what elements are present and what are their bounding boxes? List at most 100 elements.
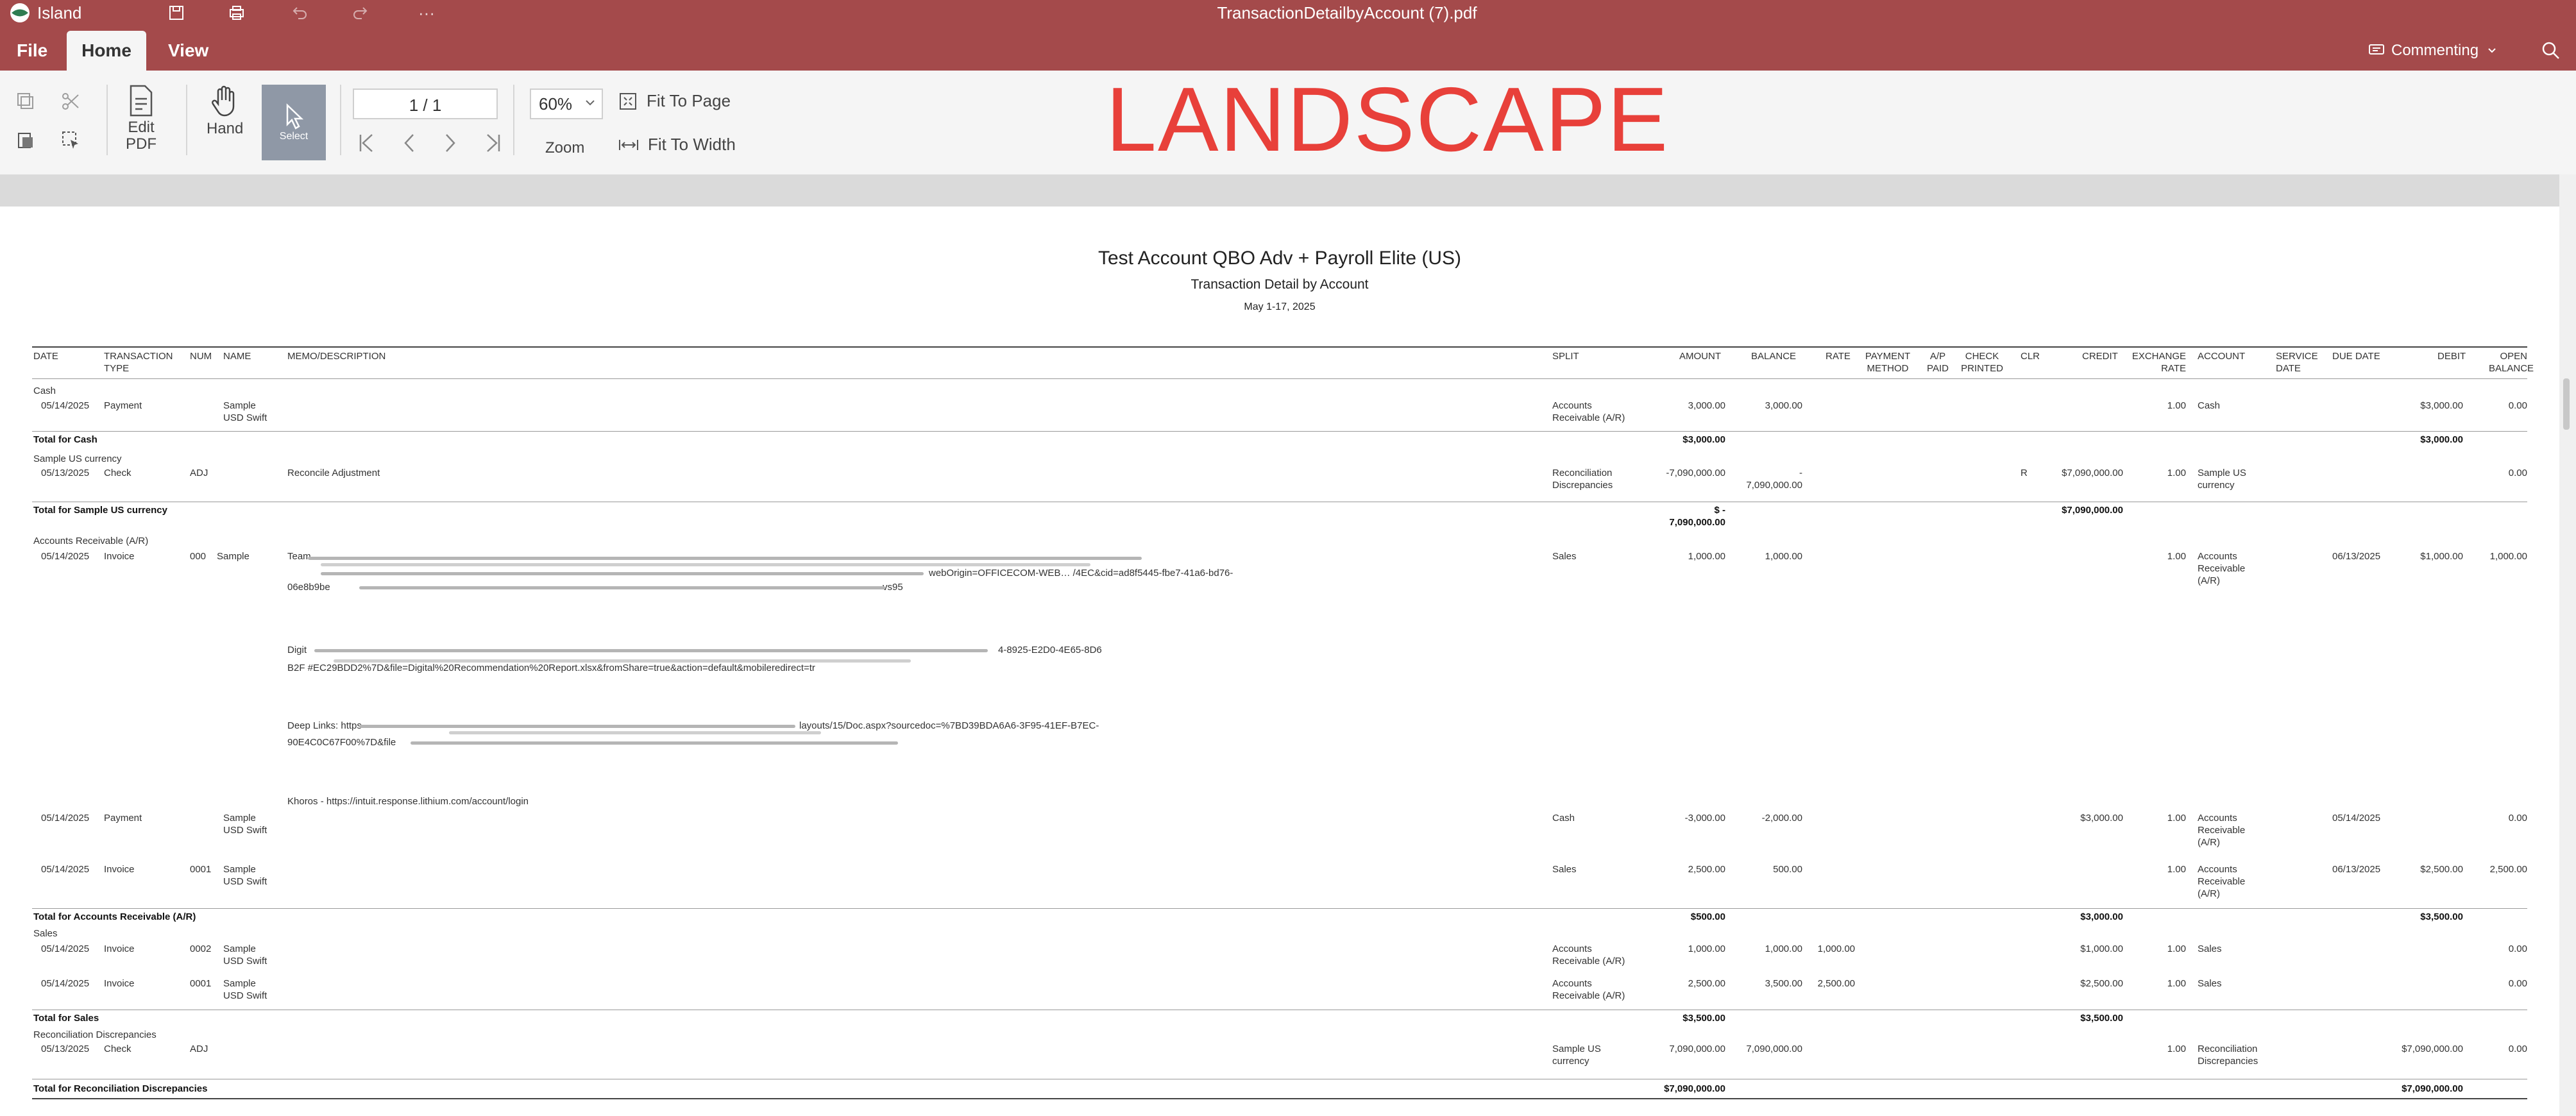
copy-icon[interactable] bbox=[15, 91, 36, 112]
report-date-range: May 1-17, 2025 bbox=[1244, 301, 1316, 312]
row-account: Sales bbox=[2198, 978, 2222, 989]
row-date: 05/13/2025 bbox=[41, 1044, 90, 1054]
undo-icon[interactable] bbox=[292, 0, 309, 26]
save-icon[interactable] bbox=[168, 0, 185, 26]
row-open-balance: 0.00 bbox=[2508, 400, 2527, 411]
row-memo-part: B2F #EC29BDD2%7D&file=Digital%20Recommen… bbox=[287, 663, 815, 673]
row-credit: $2,500.00 bbox=[2080, 978, 2123, 989]
row-exchange: 1.00 bbox=[2167, 551, 2186, 562]
section-recon: Reconciliation Discrepancies bbox=[33, 1029, 157, 1040]
row-type: Payment bbox=[104, 813, 142, 824]
tab-view[interactable]: View bbox=[154, 31, 223, 71]
last-page-icon[interactable] bbox=[484, 132, 503, 154]
row-exchange: 1.00 bbox=[2167, 1044, 2186, 1054]
total-cash-label: Total for Cash bbox=[33, 434, 97, 445]
hand-label: Hand bbox=[207, 120, 244, 137]
section-ar: Accounts Receivable (A/R) bbox=[33, 536, 149, 546]
col-name: NAME bbox=[223, 351, 251, 362]
first-page-icon[interactable] bbox=[357, 132, 376, 154]
app-logo[interactable]: Island bbox=[9, 0, 81, 26]
row-exchange: 1.00 bbox=[2167, 943, 2186, 954]
fit-to-page-button[interactable]: Fit To Page bbox=[618, 91, 731, 111]
scrollbar-thumb[interactable] bbox=[2563, 378, 2570, 430]
row-date: 05/13/2025 bbox=[41, 468, 90, 478]
paste-icon[interactable] bbox=[15, 130, 36, 150]
row-exchange: 1.00 bbox=[2167, 978, 2186, 989]
search-icon[interactable] bbox=[2527, 31, 2575, 71]
report-subtitle: Transaction Detail by Account bbox=[1191, 277, 1369, 292]
row-name: Sample USD Swift bbox=[223, 943, 267, 967]
chevron-down-icon bbox=[2487, 47, 2496, 54]
row-amount: 1,000.00 bbox=[1688, 551, 1725, 562]
prev-page-icon[interactable] bbox=[402, 132, 417, 154]
row-amount: 1,000.00 bbox=[1688, 943, 1725, 954]
next-page-icon[interactable] bbox=[443, 132, 458, 154]
edit-pdf-icon bbox=[127, 85, 155, 117]
row-type: Payment bbox=[104, 400, 142, 411]
vertical-scrollbar[interactable] bbox=[2559, 174, 2576, 1116]
toolbar-divider bbox=[186, 85, 187, 155]
zoom-value: 60% bbox=[539, 94, 573, 114]
page-number-input[interactable]: 1 / 1 bbox=[353, 89, 498, 119]
fit-to-page-label: Fit To Page bbox=[647, 91, 731, 110]
row-balance: 3,500.00 bbox=[1765, 978, 1802, 989]
row-memo-part: Khoros - https://intuit.response.lithium… bbox=[287, 796, 529, 807]
globe-icon bbox=[9, 2, 31, 24]
row-split: Accounts Receivable (A/R) bbox=[1552, 400, 1625, 423]
edit-pdf-button[interactable]: Edit PDF bbox=[126, 85, 157, 153]
total-ar-label: Total for Accounts Receivable (A/R) bbox=[33, 911, 196, 922]
fit-width-icon bbox=[618, 137, 639, 153]
row-amount: 2,500.00 bbox=[1688, 978, 1725, 989]
row-exchange: 1.00 bbox=[2167, 864, 2186, 875]
tab-home[interactable]: Home bbox=[67, 31, 146, 71]
select-area-icon[interactable] bbox=[60, 130, 81, 150]
row-memo-part: 4-8925-E2D0-4E65-8D6 bbox=[998, 645, 1102, 655]
row-type: Invoice bbox=[104, 551, 135, 562]
col-check-printed: CHECK PRINTED bbox=[1961, 351, 2003, 374]
col-ap-paid: A/P PAID bbox=[1927, 351, 1949, 374]
page-gutter bbox=[0, 174, 2576, 207]
row-date: 05/14/2025 bbox=[41, 400, 90, 411]
total-cash-debit: $3,000.00 bbox=[2420, 434, 2463, 445]
row-open-balance: 2,500.00 bbox=[2489, 864, 2527, 875]
row-num: ADJ bbox=[190, 1044, 208, 1054]
row-debit: $3,000.00 bbox=[2420, 400, 2463, 411]
row-date: 05/14/2025 bbox=[41, 978, 90, 989]
row-split: Cash bbox=[1552, 813, 1575, 824]
row-split: Reconciliation Discrepancies bbox=[1552, 468, 1613, 491]
col-balance: BALANCE bbox=[1751, 351, 1797, 362]
fit-to-width-button[interactable]: Fit To Width bbox=[618, 135, 736, 155]
row-type: Invoice bbox=[104, 864, 135, 875]
col-account: ACCOUNT bbox=[2198, 351, 2246, 362]
total-sales-label: Total for Sales bbox=[33, 1013, 99, 1024]
total-sample-amount: $ - 7,090,000.00 bbox=[1669, 505, 1725, 528]
row-name: Sample USD Swift bbox=[223, 864, 267, 887]
row-open-balance: 0.00 bbox=[2508, 1044, 2527, 1054]
total-recon-amount: $7,090,000.00 bbox=[1664, 1083, 1725, 1094]
print-icon[interactable] bbox=[228, 0, 246, 26]
col-clr: CLR bbox=[2021, 351, 2040, 362]
row-memo-part: 90E4C0C67F00%7D&file bbox=[287, 737, 396, 748]
scissors-icon[interactable] bbox=[60, 91, 81, 112]
redo-icon[interactable] bbox=[352, 0, 368, 26]
row-balance: 1,000.00 bbox=[1765, 943, 1802, 954]
row-type: Check bbox=[104, 468, 131, 478]
col-exchange-rate: EXCHANGE RATE bbox=[2131, 351, 2186, 374]
commenting-dropdown[interactable]: Commenting bbox=[2354, 31, 2511, 71]
zoom-select[interactable]: 60% bbox=[530, 89, 603, 119]
row-open-balance: 0.00 bbox=[2508, 468, 2527, 478]
row-memo: Team bbox=[287, 551, 311, 562]
tab-file[interactable]: File bbox=[3, 31, 62, 71]
col-memo: MEMO/DESCRIPTION bbox=[287, 351, 386, 362]
more-button[interactable]: ··· bbox=[418, 0, 435, 26]
select-tool-button[interactable]: Select bbox=[262, 85, 326, 160]
row-memo-part: Digit bbox=[287, 645, 307, 655]
total-sample-label: Total for Sample US currency bbox=[33, 505, 167, 516]
hand-tool-button[interactable]: Hand bbox=[207, 85, 243, 137]
section-sales: Sales bbox=[33, 928, 58, 939]
col-rate: RATE bbox=[1826, 351, 1851, 362]
row-exchange: 1.00 bbox=[2167, 400, 2186, 411]
toolbar-divider bbox=[513, 85, 514, 155]
row-date: 05/14/2025 bbox=[41, 864, 90, 875]
comment-icon bbox=[2368, 44, 2385, 58]
